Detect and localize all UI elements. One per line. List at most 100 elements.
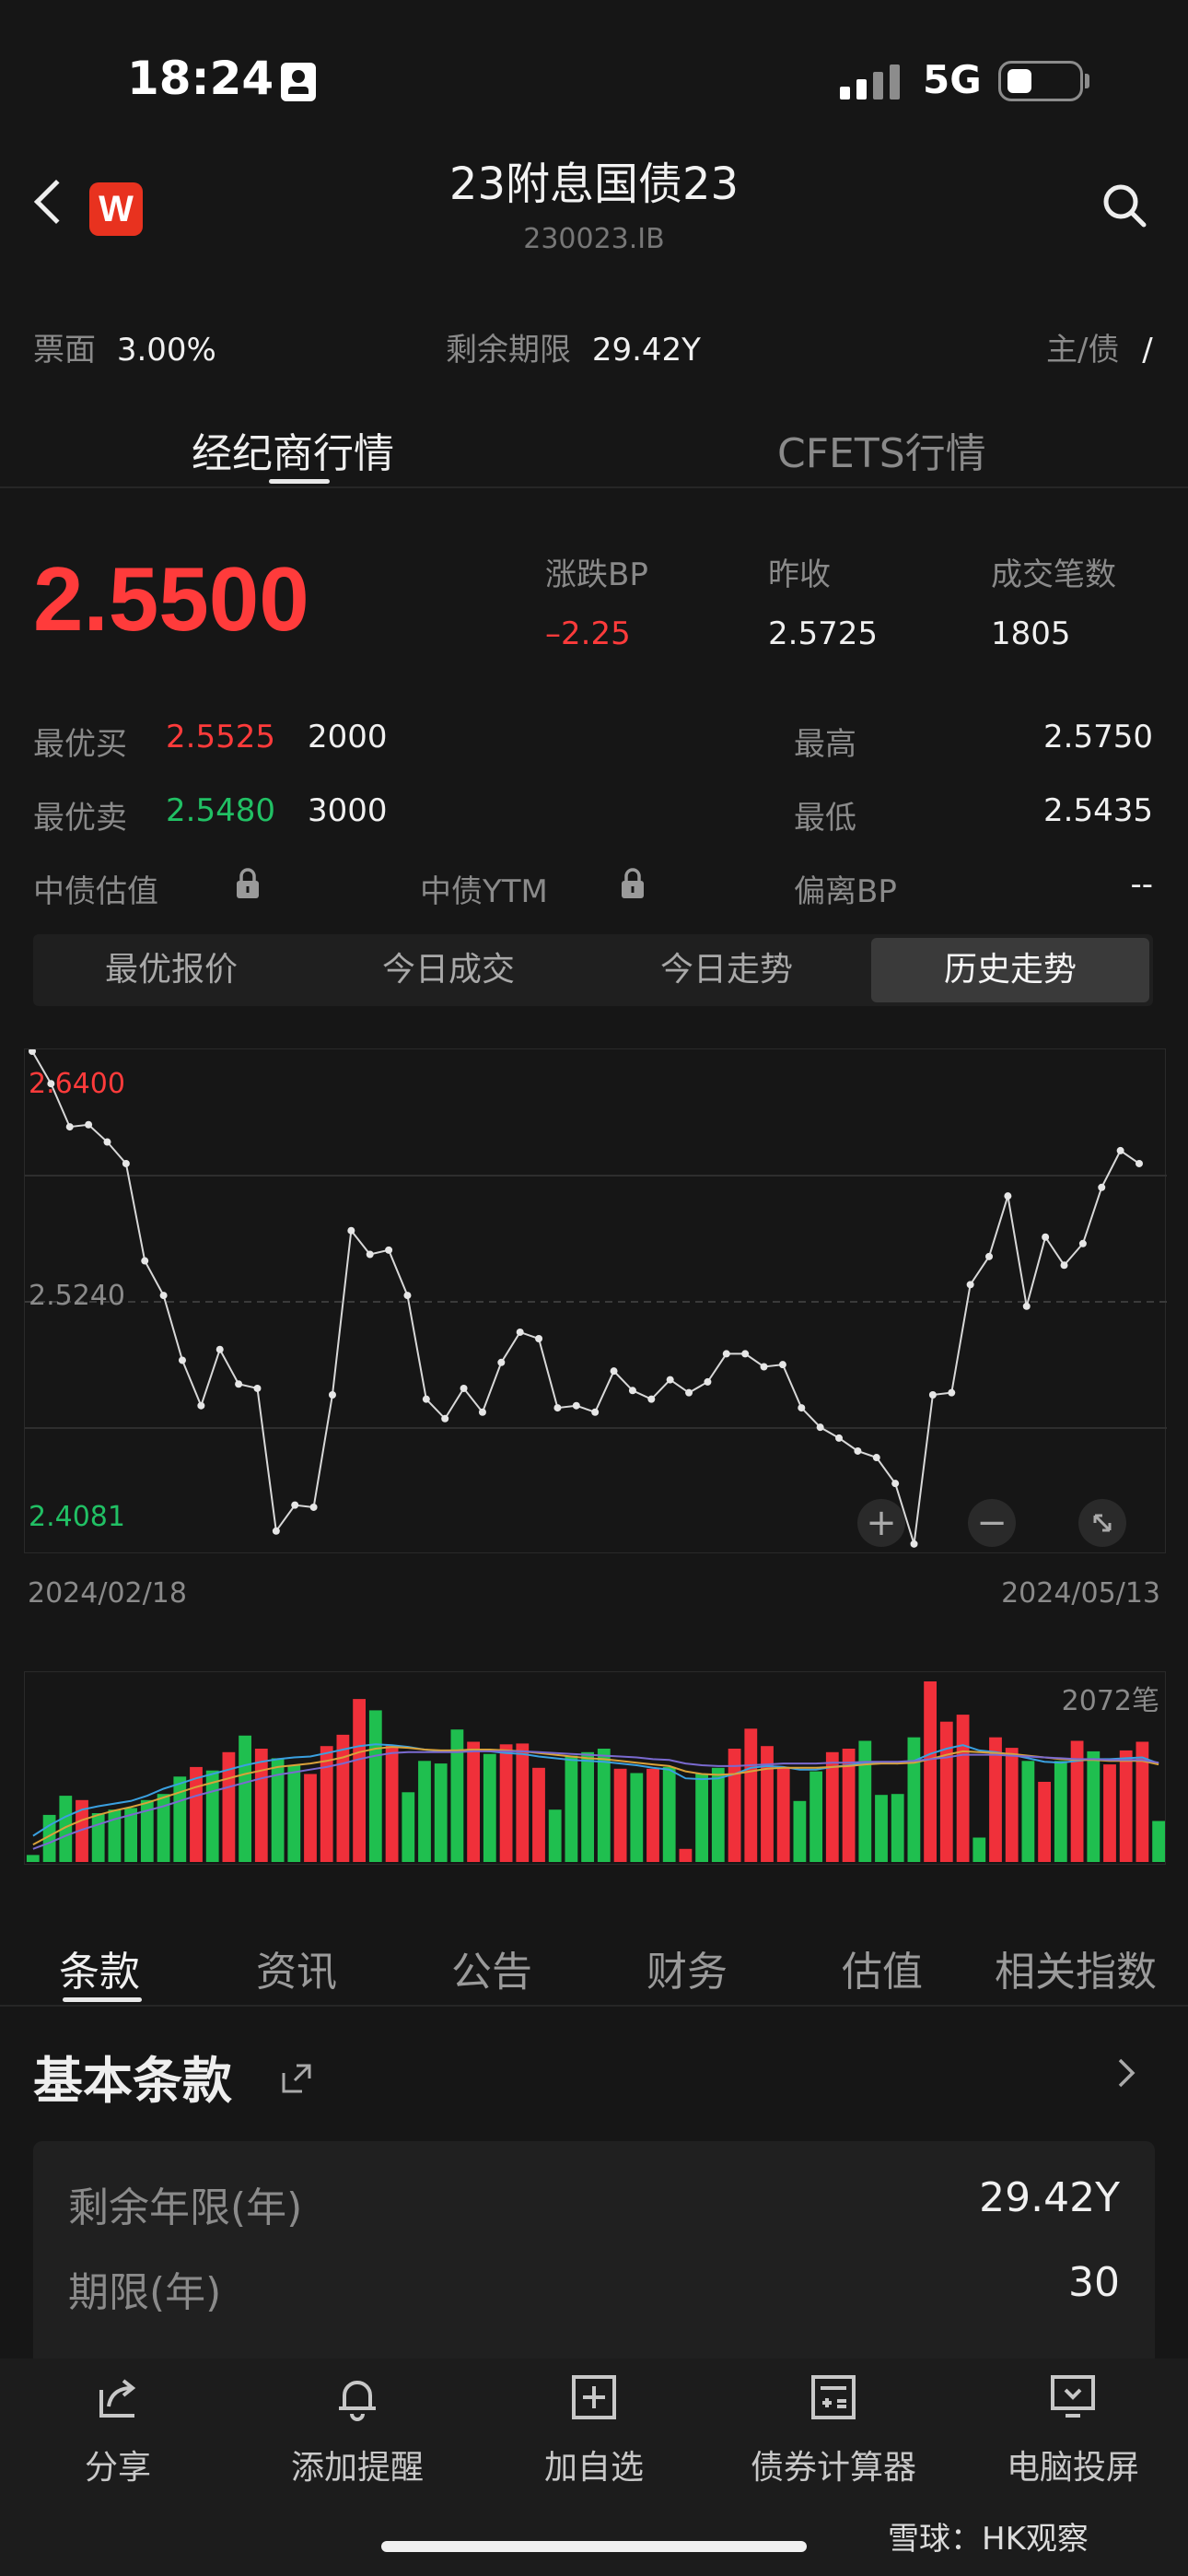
seg-best-quote[interactable]: 最优报价 (33, 934, 309, 1006)
volume-bar (630, 1773, 644, 1862)
yield-point (1022, 1302, 1031, 1310)
y-label-low: 2.4081 (29, 1501, 125, 1533)
share-icon (99, 2379, 136, 2418)
term-row-value: 30 (1068, 2259, 1120, 2306)
basic-terms-title: 基本条款 (33, 2052, 232, 2110)
volume-bar (1021, 1761, 1035, 1862)
low-label: 最低 (794, 800, 856, 837)
volume-bar (858, 1740, 872, 1862)
divider (0, 2005, 1188, 2007)
yield-point (835, 1434, 844, 1442)
zoom-out-icon[interactable]: − (968, 1499, 1016, 1547)
yield-point (535, 1334, 543, 1342)
yield-point (385, 1246, 393, 1254)
search-icon[interactable] (1101, 182, 1147, 228)
divider (0, 486, 1188, 488)
volume-bar (891, 1794, 904, 1862)
yield-point (272, 1527, 280, 1535)
tab-announcements[interactable]: 公告 (451, 1938, 532, 1997)
yield-point (666, 1376, 674, 1384)
volume-bar (402, 1792, 415, 1862)
share-button[interactable]: 分享 (53, 2371, 182, 2488)
volume-bar (467, 1741, 480, 1862)
volume-bar (613, 1768, 627, 1862)
tab-broker[interactable]: 经纪商行情 (192, 420, 394, 479)
lock-icon[interactable] (619, 868, 646, 899)
yield-point (235, 1380, 243, 1388)
volume-bar (190, 1766, 203, 1862)
tab-related-index[interactable]: 相关指数 (995, 1938, 1157, 1997)
seg-history-trend[interactable]: 历史走势 (871, 938, 1149, 1002)
yield-point (1098, 1183, 1106, 1191)
battery-tip (1085, 74, 1089, 88)
tab-news[interactable]: 资讯 (256, 1938, 337, 1997)
yield-point (253, 1384, 262, 1392)
tab-cfets[interactable]: CFETS行情 (777, 420, 986, 479)
volume-bar (1054, 1761, 1067, 1862)
volume-bar (956, 1715, 970, 1862)
screen-cast-button[interactable]: 电脑投屏 (995, 2371, 1151, 2488)
volume-bar (597, 1749, 611, 1862)
volume-chart[interactable]: 2072笔 (24, 1671, 1166, 1865)
volume-bar (973, 1837, 986, 1862)
volume-bar (744, 1728, 758, 1862)
yield-point (403, 1292, 412, 1300)
volume-bar (809, 1771, 822, 1862)
prev-close-label: 昨收 (768, 556, 831, 593)
yield-point (741, 1350, 750, 1358)
yield-point (1042, 1233, 1050, 1241)
yield-point (215, 1345, 224, 1353)
chevron-right-icon[interactable] (1112, 2055, 1140, 2091)
share-out-icon[interactable] (278, 2060, 315, 2097)
status-time: 18:24 (127, 52, 274, 105)
calculator-icon (811, 2375, 856, 2419)
yield-point (872, 1454, 880, 1462)
high-value: 2.5750 (1043, 719, 1153, 755)
screen-cast-label: 电脑投屏 (1006, 2449, 1139, 2487)
yield-point (197, 1401, 205, 1410)
yield-point (704, 1377, 712, 1386)
yield-point (628, 1387, 636, 1395)
type-info: 主/债 / (1046, 324, 1153, 369)
yield-point (309, 1503, 318, 1511)
yield-point (85, 1120, 93, 1129)
volume-svg (26, 1681, 1165, 1862)
zoom-in-icon[interactable]: + (857, 1499, 905, 1547)
deviation-label: 偏离BP (794, 873, 897, 910)
battery-icon (998, 61, 1083, 101)
add-watchlist-button[interactable]: 加自选 (516, 2371, 672, 2488)
lock-icon[interactable] (234, 868, 262, 899)
add-alert-button[interactable]: 添加提醒 (274, 2371, 440, 2488)
yield-point (610, 1367, 618, 1376)
fullscreen-icon[interactable] (1078, 1499, 1126, 1547)
bond-calculator-button[interactable]: 债券计算器 (737, 2371, 930, 2488)
history-line-svg (25, 1049, 1167, 1548)
tab-valuation[interactable]: 估值 (842, 1938, 923, 1997)
yield-point (103, 1138, 111, 1146)
volume-bar (516, 1743, 530, 1862)
yield-point (422, 1395, 430, 1403)
seg-today-trades[interactable]: 今日成交 (309, 934, 588, 1006)
yield-point (178, 1356, 186, 1364)
yield-point (159, 1292, 168, 1300)
trade-count-value: 1805 (991, 615, 1071, 652)
yield-point (1004, 1192, 1012, 1200)
x-label-start: 2024/02/18 (28, 1577, 187, 1610)
tab-financials[interactable]: 财务 (646, 1938, 728, 1997)
cb-valuation-label: 中债估值 (33, 873, 158, 910)
monitor-icon (1051, 2375, 1095, 2418)
best-bid-label: 最优买 (33, 726, 127, 763)
y-label-mid: 2.5240 (29, 1280, 125, 1312)
best-bid-qty: 2000 (308, 719, 388, 755)
volume-bar (254, 1749, 268, 1862)
trade-count-label: 成交笔数 (991, 556, 1116, 593)
yield-point (553, 1404, 562, 1412)
home-indicator[interactable] (381, 2541, 807, 2552)
seg-today-trend[interactable]: 今日走势 (588, 934, 866, 1006)
y-label-high: 2.6400 (29, 1068, 125, 1100)
tab-terms[interactable]: 条款 (59, 1938, 140, 1997)
yield-point (985, 1252, 994, 1260)
history-chart[interactable]: 2.6400 2.5240 2.4081 + − (24, 1048, 1167, 1553)
prev-close-value: 2.5725 (768, 615, 878, 652)
volume-bar (1005, 1748, 1019, 1862)
